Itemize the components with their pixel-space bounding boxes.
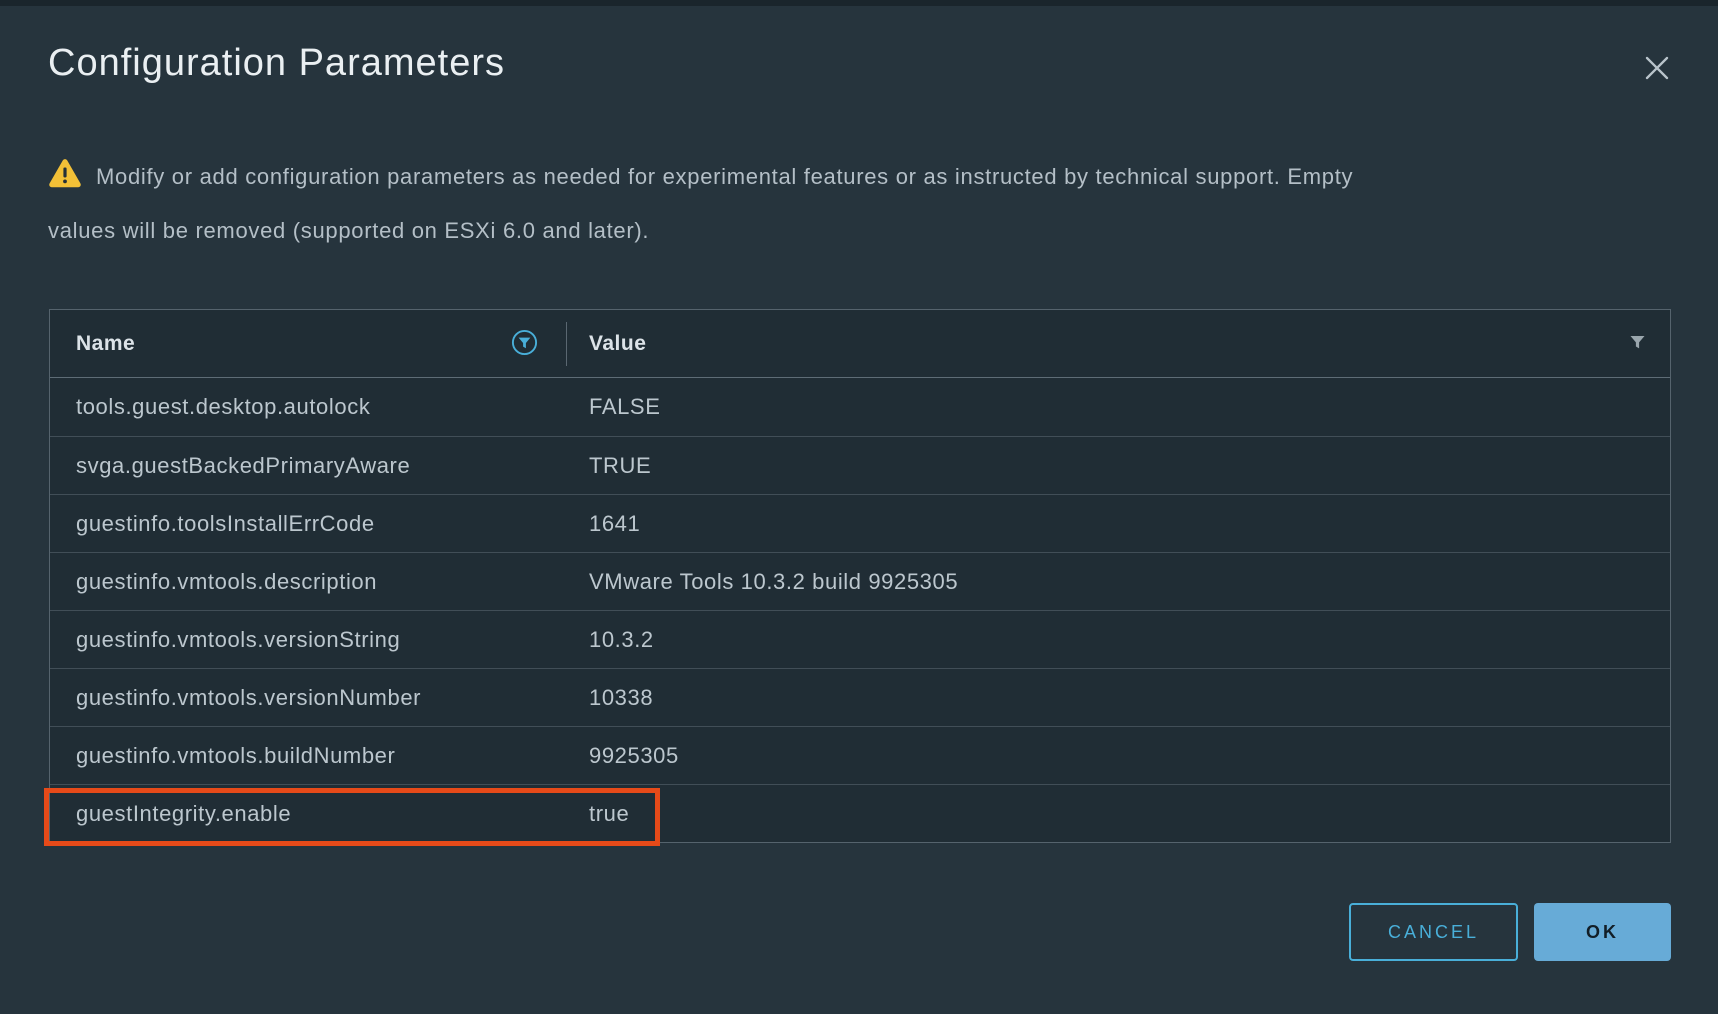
param-name: guestinfo.vmtools.versionString [50, 627, 567, 653]
window-top-edge [0, 0, 1718, 6]
value-filter-button[interactable] [1629, 334, 1646, 353]
param-value[interactable]: 10338 [567, 685, 1670, 711]
table-row[interactable]: tools.guest.desktop.autolockFALSE [50, 378, 1670, 436]
table-row[interactable]: guestinfo.vmtools.versionString10.3.2 [50, 610, 1670, 668]
ok-button[interactable]: OK [1534, 903, 1671, 961]
column-header-name-label: Name [76, 332, 135, 356]
param-value[interactable]: 10.3.2 [567, 627, 1670, 653]
filter-icon [1629, 334, 1646, 353]
param-value[interactable]: true [567, 801, 1670, 827]
column-header-value-label: Value [589, 332, 646, 356]
table-row[interactable]: guestIntegrity.enabletrue [50, 784, 1670, 842]
table-row[interactable]: guestinfo.vmtools.descriptionVMware Tool… [50, 552, 1670, 610]
param-value[interactable]: TRUE [567, 453, 1670, 479]
param-value[interactable]: 1641 [567, 511, 1670, 537]
close-button[interactable] [1638, 50, 1676, 88]
alert-message: Modify or add configuration parameters a… [48, 152, 1668, 255]
param-name: svga.guestBackedPrimaryAware [50, 453, 567, 479]
table-row[interactable]: guestinfo.toolsInstallErrCode1641 [50, 494, 1670, 552]
dialog-footer: CANCEL OK [1349, 903, 1671, 961]
param-name: guestIntegrity.enable [50, 801, 567, 827]
table-row[interactable]: guestinfo.vmtools.buildNumber9925305 [50, 726, 1670, 784]
param-value[interactable]: 9925305 [567, 743, 1670, 769]
dialog-title: Configuration Parameters [48, 42, 505, 85]
filter-circle-icon [511, 329, 538, 359]
close-icon [1642, 53, 1672, 86]
param-name: guestinfo.vmtools.description [50, 569, 567, 595]
column-header-value: Value [567, 310, 1670, 377]
warning-icon [48, 157, 82, 206]
table-header-row: Name Value [50, 310, 1670, 378]
param-name: guestinfo.toolsInstallErrCode [50, 511, 567, 537]
param-value[interactable]: FALSE [567, 394, 1670, 420]
param-name: guestinfo.vmtools.buildNumber [50, 743, 567, 769]
table-row[interactable]: guestinfo.vmtools.versionNumber10338 [50, 668, 1670, 726]
column-header-name: Name [50, 310, 566, 377]
table-row[interactable]: svga.guestBackedPrimaryAwareTRUE [50, 436, 1670, 494]
name-filter-button[interactable] [511, 329, 538, 359]
param-name: guestinfo.vmtools.versionNumber [50, 685, 567, 711]
param-value[interactable]: VMware Tools 10.3.2 build 9925305 [567, 569, 1670, 595]
table-body: tools.guest.desktop.autolockFALSEsvga.gu… [50, 378, 1670, 842]
alert-line: values will be removed (supported on ESX… [48, 218, 649, 243]
parameters-table: Name Value tools.guest [49, 309, 1671, 843]
param-name: tools.guest.desktop.autolock [50, 394, 567, 420]
cancel-button[interactable]: CANCEL [1349, 903, 1518, 961]
alert-line: Modify or add configuration parameters a… [96, 164, 1353, 189]
